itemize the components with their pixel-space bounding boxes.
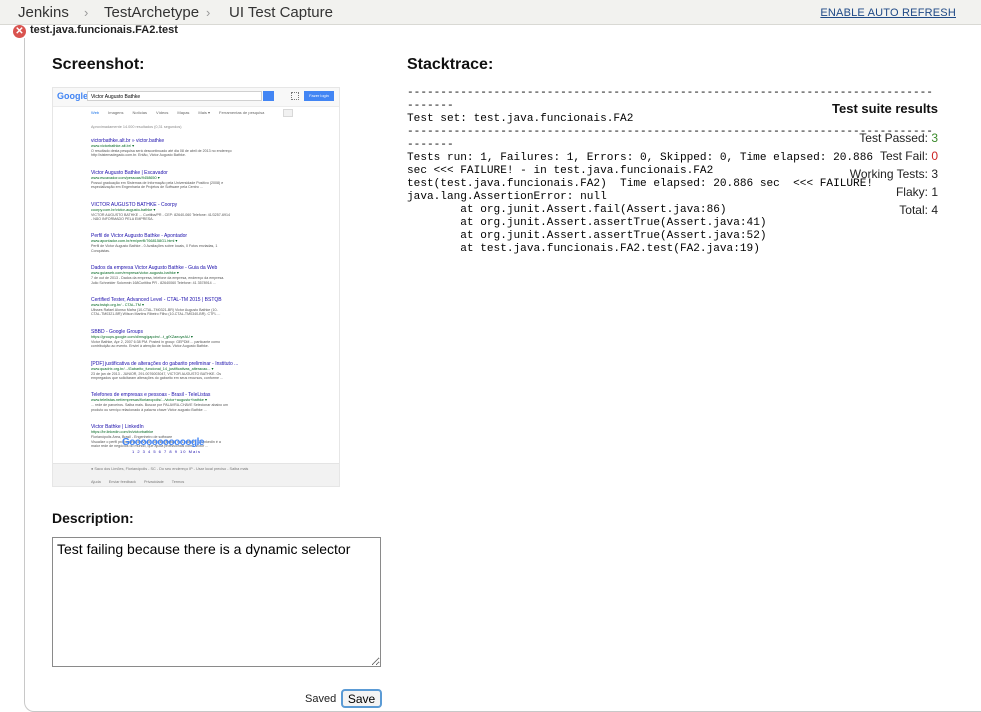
- save-button[interactable]: Save: [341, 689, 382, 708]
- breadcrumb-testarchetype[interactable]: TestArchetype: [104, 4, 199, 21]
- google-signin-button: Fazer login: [304, 91, 334, 101]
- breadcrumb-ui-test-capture[interactable]: UI Test Capture: [229, 4, 333, 21]
- description-textarea[interactable]: [52, 537, 381, 667]
- google-pager: Gooooooooooogle: [122, 437, 204, 448]
- google-header: Google Victor Augusto Bathke Fazer login: [53, 88, 339, 107]
- google-search-box: Victor Augusto Bathke: [87, 91, 262, 101]
- chevron-right-icon: ›: [84, 5, 89, 20]
- suite-flaky: Flaky: 1: [895, 185, 938, 199]
- breadcrumb-bar: Jenkins › TestArchetype › UI Test Captur…: [0, 0, 981, 25]
- google-result-item: VICTOR AUGUSTO BATHKE - Coorpy coorpy.com…: [91, 201, 230, 221]
- stacktrace-heading: Stacktrace:: [407, 56, 494, 73]
- suite-total: Total: 4: [899, 203, 938, 217]
- test-suite-results: Test suite results Test Passed: 3 Test F…: [738, 101, 938, 219]
- screenshot-heading: Screenshot:: [52, 56, 145, 73]
- suite-fail: Test Fail: 0: [879, 149, 938, 163]
- google-result-item: Telefones de empresas e pessoas - Brasil…: [91, 392, 229, 412]
- google-result-item: Certified Tester, Advanced Level - CTAL-…: [91, 297, 222, 317]
- suite-passed: Test Passed: 3: [859, 131, 938, 145]
- test-name: test.java.funcionais.FA2.test: [30, 24, 178, 36]
- search-icon: [263, 91, 274, 101]
- saved-status: Saved: [305, 693, 337, 705]
- gear-icon: [283, 109, 293, 117]
- breadcrumb-jenkins[interactable]: Jenkins: [18, 4, 69, 21]
- suite-working: Working Tests: 3: [849, 167, 938, 181]
- google-result-item: victorbathke.alt.br » victor.bathke www.v…: [91, 138, 232, 158]
- google-page-numbers: 1 2 3 4 5 6 7 8 9 10 Mais: [132, 449, 202, 454]
- error-x-icon: ✕: [13, 25, 26, 38]
- google-result-item: [PDF] justificativa de alterações do gab…: [91, 360, 239, 380]
- google-tabs: Web Imagens Notícias Vídeos Mapas Mais ▾ Ferra…: [91, 110, 265, 115]
- description-heading: Description:: [52, 510, 134, 526]
- google-result-item: Victor Augusto Bathke | Escavador www.esc…: [91, 169, 224, 190]
- screenshot-image[interactable]: Google Victor Augusto Bathke Fazer login…: [52, 87, 340, 487]
- google-result-count: Aproximadamente 14.000 resultados (0,31 …: [91, 125, 182, 129]
- google-footer: ● Saco dos Limões, Florianópolis - SC - …: [53, 463, 339, 486]
- google-result-item: Perfil de Victor Augusto Bathke - Aponta…: [91, 233, 218, 253]
- google-result-item: SBBD - Google Groups https://groups.googl…: [91, 328, 220, 349]
- google-result-item: Dados da empresa Victor Augusto Bathke -…: [91, 265, 225, 285]
- apps-grid-icon: [291, 92, 299, 100]
- suite-title: Test suite results: [832, 101, 938, 116]
- enable-auto-refresh-link[interactable]: ENABLE AUTO REFRESH: [820, 7, 956, 19]
- google-logo: Google: [57, 91, 88, 101]
- chevron-right-icon: ›: [206, 5, 211, 20]
